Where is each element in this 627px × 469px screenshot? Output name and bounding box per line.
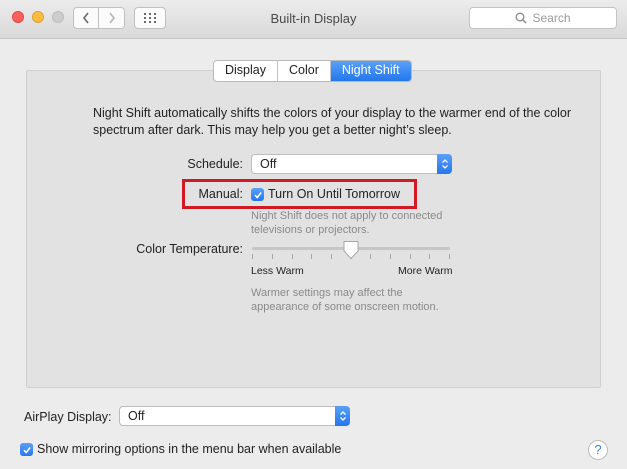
tab-color[interactable]: Color xyxy=(278,61,331,81)
mirroring-label[interactable]: Show mirroring options in the menu bar w… xyxy=(37,442,341,456)
schedule-label: Schedule: xyxy=(187,157,243,171)
airplay-label: AirPlay Display: xyxy=(24,410,112,424)
popup-arrows-icon xyxy=(335,406,350,426)
slider-knob[interactable] xyxy=(342,240,360,265)
tab-bar: Display Color Night Shift xyxy=(213,60,412,82)
chevron-left-icon xyxy=(82,12,89,24)
night-shift-description: Night Shift automatically shifts the col… xyxy=(93,106,572,137)
forward-button[interactable] xyxy=(99,7,125,29)
slider-max-label: More Warm xyxy=(398,265,453,277)
chevron-right-icon xyxy=(108,12,115,24)
slider-min-label: Less Warm xyxy=(251,265,304,277)
close-button[interactable] xyxy=(12,11,24,23)
search-placeholder: Search xyxy=(532,11,571,25)
tab-night-shift[interactable]: Night Shift xyxy=(330,61,411,81)
checkmark-icon xyxy=(22,446,31,454)
manual-checkbox-label[interactable]: Turn On Until Tomorrow xyxy=(268,187,400,201)
window-title: Built-in Display xyxy=(270,11,357,26)
grid-icon xyxy=(144,13,156,23)
airplay-value: Off xyxy=(128,409,145,423)
schedule-value: Off xyxy=(260,157,277,171)
checkmark-icon xyxy=(253,191,262,199)
help-button[interactable]: ? xyxy=(588,440,608,460)
search-icon xyxy=(515,12,528,24)
tab-display[interactable]: Display xyxy=(214,61,278,81)
back-button[interactable] xyxy=(73,7,99,29)
manual-note: Night Shift does not apply to connected … xyxy=(251,210,443,236)
title-bar: Built-in Display Search xyxy=(0,0,627,39)
slider-note: Warmer settings may affect the appearanc… xyxy=(251,287,439,313)
manual-checkbox[interactable] xyxy=(251,188,264,201)
manual-label: Manual: xyxy=(198,187,243,201)
search-field[interactable]: Search xyxy=(469,7,617,29)
airplay-popup[interactable]: Off xyxy=(119,406,350,426)
color-temperature-label: Color Temperature: xyxy=(136,242,243,256)
show-all-button[interactable] xyxy=(134,7,166,29)
zoom-button[interactable] xyxy=(52,11,64,23)
popup-arrows-icon xyxy=(437,154,452,174)
minimize-button[interactable] xyxy=(32,11,44,23)
mirroring-checkbox[interactable] xyxy=(20,443,33,456)
schedule-popup[interactable]: Off xyxy=(251,154,452,174)
